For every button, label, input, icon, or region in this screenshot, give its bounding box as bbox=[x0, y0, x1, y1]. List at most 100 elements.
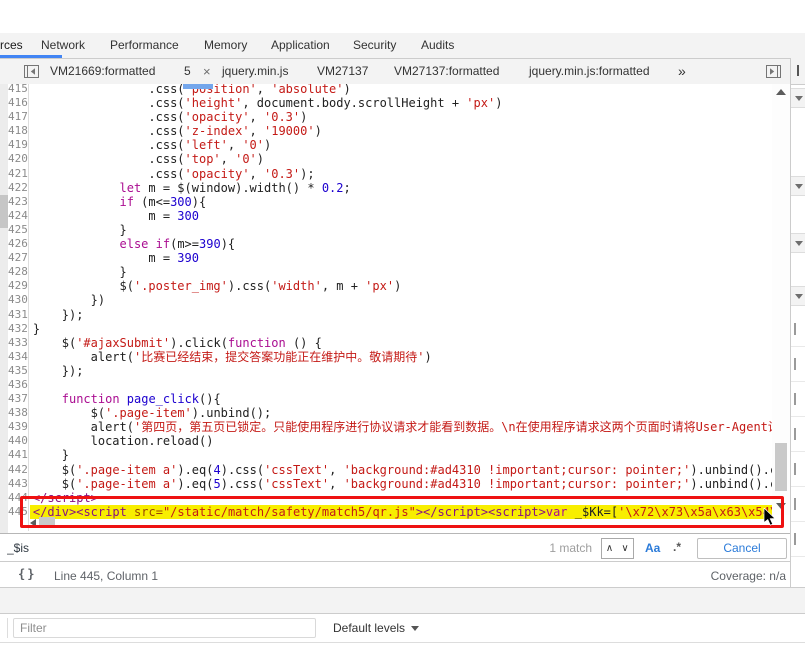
line-number[interactable]: 439 bbox=[8, 420, 30, 434]
line-number[interactable]: 438 bbox=[8, 406, 30, 420]
line-number[interactable]: 433 bbox=[8, 336, 30, 350]
pretty-print-icon[interactable]: {} bbox=[18, 567, 36, 581]
line-number[interactable]: 417 bbox=[8, 110, 30, 124]
file-tab-vm27137[interactable]: VM27137 bbox=[317, 59, 368, 84]
code-editor[interactable]: 415.css('position', 'absolute')416.css('… bbox=[8, 84, 772, 533]
file-tab-vm21669-formatted[interactable]: VM21669:formatted bbox=[50, 59, 155, 84]
line-number[interactable]: 424 bbox=[8, 209, 30, 223]
panel-tab-performance[interactable]: Performance bbox=[110, 33, 179, 58]
line-number[interactable]: 428 bbox=[8, 265, 30, 279]
sidebar-section-header-clipped[interactable] bbox=[791, 176, 805, 196]
file-tab-5[interactable]: 5 bbox=[184, 59, 191, 84]
code-token: (){ bbox=[199, 392, 221, 406]
line-number[interactable]: 445 bbox=[8, 505, 30, 519]
code-token: page_click bbox=[120, 392, 199, 406]
code-line-431: 431}); bbox=[8, 308, 772, 322]
show-debugger-pane-icon[interactable] bbox=[766, 65, 781, 83]
line-number[interactable]: 441 bbox=[8, 448, 30, 462]
code-line-436: 436 bbox=[8, 378, 772, 392]
line-number[interactable]: 416 bbox=[8, 96, 30, 110]
scroll-left-arrow-icon[interactable] bbox=[30, 519, 36, 527]
code-token: }); bbox=[62, 364, 84, 378]
window-left-edge bbox=[0, 84, 8, 533]
line-number[interactable]: 427 bbox=[8, 251, 30, 265]
sidebar-section-header-clipped[interactable] bbox=[791, 286, 805, 306]
code-token: 'cssText' bbox=[264, 463, 329, 477]
panel-tab-rces[interactable]: rces bbox=[0, 33, 23, 58]
panel-tab-security[interactable]: Security bbox=[353, 33, 396, 58]
panel-tab-audits[interactable]: Audits bbox=[421, 33, 454, 58]
panel-tab-network[interactable]: Network bbox=[41, 33, 85, 58]
code-line-text: $('.page-item a').eq(4).css('cssText', '… bbox=[30, 463, 772, 477]
code-token: ) bbox=[394, 279, 401, 293]
close-tab-icon[interactable]: × bbox=[203, 59, 211, 84]
line-number[interactable]: 442 bbox=[8, 463, 30, 477]
line-number[interactable]: 437 bbox=[8, 392, 30, 406]
file-tab-jquery-min-js[interactable]: jquery.min.js bbox=[222, 59, 288, 84]
line-number[interactable]: 425 bbox=[8, 223, 30, 237]
editor-vertical-scrollbar[interactable] bbox=[772, 84, 790, 515]
code-token: ) bbox=[495, 96, 502, 110]
code-line-438: 438$('.page-item').unbind(); bbox=[8, 406, 772, 420]
line-number[interactable]: 443 bbox=[8, 477, 30, 491]
file-tab-jquery-min-js-formatted[interactable]: jquery.min.js:formatted bbox=[529, 59, 650, 84]
code-token: 'px' bbox=[466, 96, 495, 110]
line-number[interactable]: 415 bbox=[8, 84, 30, 96]
code-line-text: $('#ajaxSubmit').click(function () { bbox=[30, 336, 772, 350]
line-number[interactable]: 429 bbox=[8, 279, 30, 293]
match-case-toggle[interactable]: Aa bbox=[645, 541, 660, 555]
code-line-text: .css('height', document.body.scrollHeigh… bbox=[30, 96, 772, 110]
panel-tab-memory[interactable]: Memory bbox=[204, 33, 247, 58]
line-number[interactable]: 434 bbox=[8, 350, 30, 364]
line-number[interactable]: 430 bbox=[8, 293, 30, 307]
cursor-position-label: Line 445, Column 1 bbox=[54, 569, 158, 583]
line-number[interactable]: 431 bbox=[8, 308, 30, 322]
bottom-empty-strip bbox=[0, 643, 805, 652]
regex-toggle[interactable]: .* bbox=[673, 540, 681, 554]
search-previous-button[interactable]: ∧ bbox=[601, 538, 618, 559]
code-line-text bbox=[30, 378, 772, 392]
code-token: $( bbox=[91, 406, 105, 420]
line-number[interactable]: 421 bbox=[8, 167, 30, 181]
code-token: ).unbind(); bbox=[192, 406, 271, 420]
vertical-scrollbar-thumb[interactable] bbox=[775, 443, 787, 491]
line-number[interactable]: 422 bbox=[8, 181, 30, 195]
hide-navigator-icon[interactable] bbox=[24, 65, 39, 83]
cancel-button[interactable]: Cancel bbox=[697, 538, 787, 559]
code-token: 'left' bbox=[185, 138, 228, 152]
pause-icon[interactable] bbox=[797, 65, 799, 76]
code-line-text: }); bbox=[30, 364, 772, 378]
line-number[interactable]: 418 bbox=[8, 124, 30, 138]
file-tab-vm27137-formatted[interactable]: VM27137:formatted bbox=[394, 59, 499, 84]
code-token: 'opacity' bbox=[185, 167, 250, 181]
more-tabs-icon[interactable]: » bbox=[678, 59, 686, 84]
line-number[interactable]: 444 bbox=[8, 491, 30, 505]
code-token: '第四页，第五页已锁定。只能使用程序进行协议请求才能看到数据。\n在使用程序请求… bbox=[134, 420, 772, 434]
code-token: "/static/match/safety/match5/qr.js" bbox=[163, 505, 416, 519]
line-number[interactable]: 420 bbox=[8, 152, 30, 166]
sidebar-section-header-clipped[interactable] bbox=[791, 233, 805, 253]
code-token: '比赛已经结束，提交答案功能正在维护中。敬请期待' bbox=[134, 350, 424, 364]
sidebar-section-header-clipped[interactable] bbox=[791, 88, 805, 108]
scroll-down-arrow-icon[interactable] bbox=[776, 503, 786, 509]
sidebar-item-mark bbox=[794, 358, 796, 370]
code-line-434: 434alert('比赛已经结束，提交答案功能正在维护中。敬请期待') bbox=[8, 350, 772, 364]
line-number[interactable]: 440 bbox=[8, 434, 30, 448]
horizontal-scrollbar-thumb[interactable] bbox=[39, 517, 55, 527]
console-filter-input[interactable] bbox=[13, 618, 316, 638]
line-number[interactable]: 432 bbox=[8, 322, 30, 336]
line-number[interactable]: 423 bbox=[8, 195, 30, 209]
scroll-up-arrow-icon[interactable] bbox=[776, 89, 786, 95]
code-token: 'background:#ad4310 !important;cursor: p… bbox=[344, 477, 691, 491]
panel-tab-application[interactable]: Application bbox=[271, 33, 330, 58]
line-number[interactable]: 436 bbox=[8, 378, 30, 392]
line-number[interactable]: 419 bbox=[8, 138, 30, 152]
search-next-button[interactable]: ∨ bbox=[617, 538, 634, 559]
sidebar-item-clipped bbox=[791, 312, 805, 347]
default-levels-dropdown[interactable]: Default levels bbox=[333, 621, 419, 635]
code-line-418: 418.css('z-index', '19000') bbox=[8, 124, 772, 138]
line-number[interactable]: 426 bbox=[8, 237, 30, 251]
line-number[interactable]: 435 bbox=[8, 364, 30, 378]
code-token: }); bbox=[62, 308, 84, 322]
search-input[interactable] bbox=[7, 539, 547, 556]
